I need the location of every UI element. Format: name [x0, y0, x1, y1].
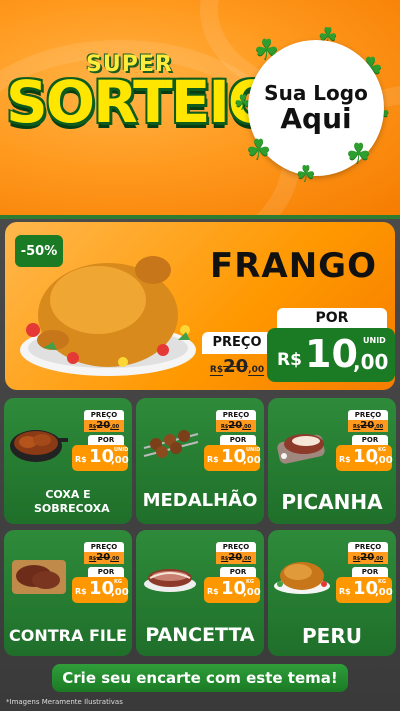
- medalhao-image: [143, 430, 199, 458]
- product-card-peru[interactable]: PREÇO R$20,00 POR R$ 10 KG ,00 PERU: [268, 530, 396, 656]
- price-cents: ,00: [375, 455, 393, 466]
- product-name: MEDALHÃO: [142, 490, 258, 511]
- price-int: 10: [305, 332, 358, 376]
- old-price-cents: ,00: [110, 556, 120, 562]
- price-cents: ,00: [375, 587, 393, 598]
- price-cents: ,00: [111, 455, 129, 466]
- old-price-int: 20: [228, 420, 243, 431]
- old-price: R$20,00: [348, 552, 388, 564]
- product-name: CONTRA FILE: [9, 626, 127, 645]
- product-name: COXA E SOBRECOXA: [34, 488, 110, 515]
- old-price-int: 20: [360, 552, 375, 563]
- product-card-pancetta[interactable]: PREÇO R$20,00 POR R$ 10 KG ,00 PANCETTA: [136, 530, 264, 656]
- currency: R$: [339, 587, 351, 596]
- currency: R$: [207, 455, 219, 464]
- discount-badge: -50%: [15, 235, 63, 267]
- preco-label: PREÇO: [216, 542, 256, 552]
- old-price: R$20,00: [202, 354, 272, 380]
- por-label: POR: [277, 308, 387, 328]
- preco-label: PREÇO: [84, 410, 124, 420]
- clover-icon: ☘: [346, 137, 372, 170]
- old-price-int: 20: [223, 356, 249, 377]
- price: R$ 10 UNID ,00: [204, 445, 261, 471]
- old-price-int: 20: [96, 552, 111, 563]
- featured-product-name: FRANGO: [210, 246, 377, 286]
- price-cents: ,00: [111, 587, 129, 598]
- preco-label: PREÇO: [84, 542, 124, 552]
- currency: R$: [75, 455, 87, 464]
- old-price: R$20,00: [216, 552, 256, 564]
- price: R$ 10 UNID ,00: [72, 445, 129, 471]
- unit-label: KG: [114, 579, 122, 585]
- old-currency: R$: [209, 365, 224, 375]
- product-card-coxa[interactable]: PREÇO R$20,00 POR R$ 10 UNID ,00 COXA E SOB…: [4, 398, 132, 524]
- por-label: POR: [220, 435, 256, 445]
- unit-label: KG: [246, 579, 254, 585]
- old-price-int: 20: [228, 552, 243, 563]
- product-card-medalhao[interactable]: PREÇO R$20,00 POR R$ 10 UNID ,00 MEDALHÃO: [136, 398, 264, 524]
- old-price-cents: ,00: [248, 365, 265, 375]
- picanha-image: [277, 434, 325, 464]
- header-banner: SUPER SORTEIO ☘ ☘ ☘ ☘ ☘ Sua Logo Aqui ☘ …: [0, 0, 400, 215]
- por-label: POR: [352, 567, 388, 577]
- old-price-int: 20: [360, 420, 375, 431]
- old-price-cents: ,00: [374, 424, 384, 430]
- coxa-image: [10, 430, 68, 462]
- clover-icon: ☘: [296, 162, 316, 187]
- logo-line2: Aqui: [280, 101, 352, 135]
- price-cents: ,00: [353, 350, 389, 374]
- price-cents: ,00: [243, 455, 261, 466]
- unit-label: UNID: [114, 447, 129, 453]
- por-label: POR: [88, 435, 124, 445]
- old-price: R$20,00: [216, 420, 256, 432]
- product-name: PANCETTA: [145, 624, 255, 646]
- por-label: POR: [352, 435, 388, 445]
- unit-label: UNID: [246, 447, 261, 453]
- currency: R$: [75, 587, 87, 596]
- old-price: R$20,00: [84, 420, 124, 432]
- old-price: R$20,00: [84, 552, 124, 564]
- preco-label: PREÇO: [202, 332, 272, 354]
- old-price-cents: ,00: [242, 424, 252, 430]
- product-card-picanha[interactable]: PREÇO R$20,00 POR R$ 10 KG ,00 PICANHA: [268, 398, 396, 524]
- por-label: POR: [88, 567, 124, 577]
- old-price-cents: ,00: [110, 424, 120, 430]
- unit-label: KG: [378, 579, 386, 585]
- contra-file-image: [12, 560, 66, 594]
- price: R$ 10 KG ,00: [336, 577, 393, 603]
- product-card-contra-file[interactable]: PREÇO R$20,00 POR R$ 10 KG ,00 CONTRA FILE: [4, 530, 132, 656]
- price: R$ 10 KG ,00: [204, 577, 261, 603]
- pancetta-image: [144, 569, 196, 592]
- currency: R$: [339, 455, 351, 464]
- featured-price: R$ 10 UNID ,00: [267, 328, 395, 382]
- featured-product-card[interactable]: -50% FRANGO PREÇO R$20,00 POR R$ 10 UNID…: [5, 222, 395, 390]
- preco-label: PREÇO: [348, 542, 388, 552]
- preco-label: PREÇO: [348, 410, 388, 420]
- price: R$ 10 KG ,00: [72, 577, 129, 603]
- currency: R$: [277, 350, 302, 370]
- por-label: POR: [220, 567, 256, 577]
- super-sorteio-title: SUPER SORTEIO: [6, 50, 277, 160]
- preco-label: PREÇO: [216, 410, 256, 420]
- clover-icon: ☘: [246, 133, 272, 166]
- old-price-int: 20: [96, 420, 111, 431]
- peru-image: [274, 562, 330, 594]
- old-price-cents: ,00: [374, 556, 384, 562]
- old-price: R$20,00: [348, 420, 388, 432]
- cta-banner[interactable]: Crie seu encarte com este tema!: [52, 664, 348, 692]
- disclaimer-text: *Imagens Meramente Ilustrativas: [6, 698, 123, 706]
- product-name: PICANHA: [281, 490, 383, 514]
- price: R$ 10 KG ,00: [336, 445, 393, 471]
- unit-label: KG: [378, 447, 386, 453]
- product-name: PERU: [302, 624, 362, 648]
- price-cents: ,00: [243, 587, 261, 598]
- logo-line1: Sua Logo: [264, 80, 368, 105]
- unit-label: UNID: [363, 336, 386, 345]
- old-price-cents: ,00: [242, 556, 252, 562]
- currency: R$: [207, 587, 219, 596]
- old-price-box: PREÇO R$20,00: [202, 332, 272, 380]
